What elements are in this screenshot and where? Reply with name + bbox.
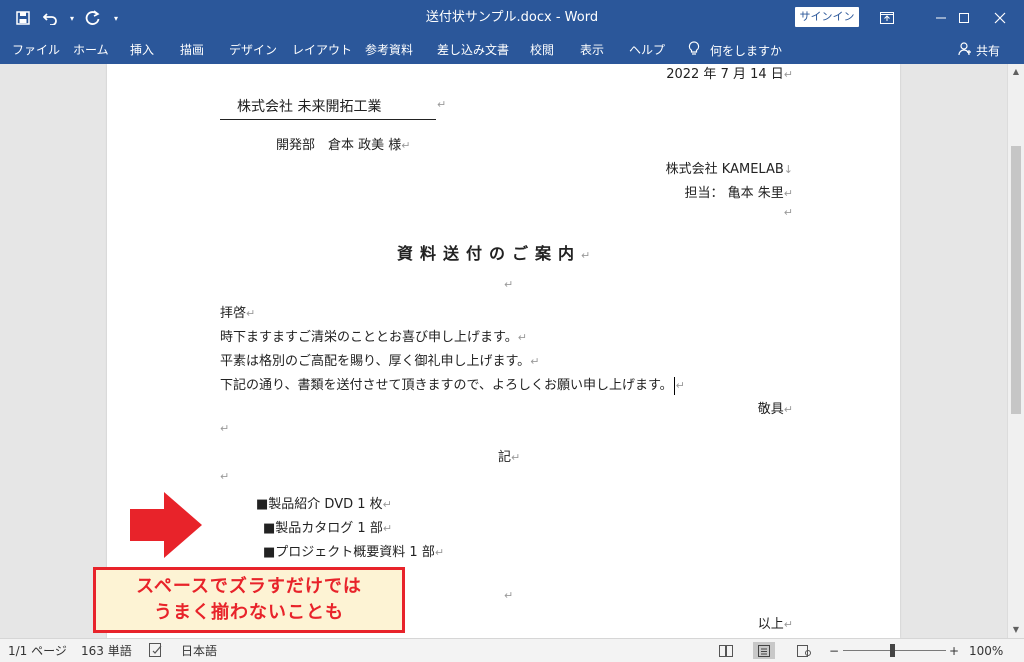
close-icon[interactable] [980, 0, 1020, 36]
recipient-company: 株式会社 未来開拓工業 [220, 96, 436, 120]
body-line: 平素は格別のご高配を賜り、厚く御礼申し上げます。↵ [220, 354, 540, 369]
lightbulb-icon [688, 40, 700, 60]
print-layout-icon[interactable] [753, 642, 775, 659]
body-line: 時下ますますご清栄のこととお喜び申し上げます。↵ [220, 330, 527, 345]
ribbon-display-options-icon[interactable] [867, 0, 907, 36]
share-label: 共有 [976, 43, 1001, 58]
undo-dropdown-icon[interactable]: ▾ [68, 7, 76, 29]
title-bar: ▾ ▾ 送付状サンプル.docx - Word サインイン [0, 0, 1024, 36]
tab-help[interactable]: ヘルプ [629, 36, 665, 64]
paragraph-mark: ↵ [504, 589, 514, 602]
closing: 敬具↵ [757, 402, 793, 417]
word-count[interactable]: 163 単語 [81, 639, 132, 662]
annotation-line: うまく揃わないことも [154, 602, 344, 623]
list-item: ■製品紹介 DVD 1 枚↵ [256, 497, 392, 512]
recipient-person: 開発部 倉本 政美 様↵ [276, 138, 411, 153]
sender-contact: 担当： 亀本 朱里↵ [684, 186, 793, 201]
paragraph-mark: ↵ [437, 98, 447, 111]
status-bar: 1/1 ページ 163 単語 日本語 − + 100% [0, 638, 1024, 662]
tab-draw[interactable]: 描画 [180, 36, 204, 64]
undo-icon[interactable] [40, 7, 62, 29]
sender-company: 株式会社 KAMELAB↓ [665, 162, 793, 177]
list-item: ■製品カタログ 1 部↵ [263, 521, 393, 536]
tab-references[interactable]: 参考資料 [365, 36, 413, 64]
signin-button[interactable]: サインイン [795, 7, 859, 27]
quick-access-toolbar: ▾ ▾ [12, 6, 122, 30]
tab-review[interactable]: 校閲 [530, 36, 554, 64]
save-icon[interactable] [12, 7, 34, 29]
proofing-icon[interactable] [149, 643, 163, 657]
ki-line: 記↵ [498, 450, 521, 465]
tell-me-box[interactable]: 何をしますか [688, 36, 782, 64]
ribbon-tabs: ファイル ホーム 挿入 描画 デザイン レイアウト 参考資料 差し込み文書 校閲… [0, 36, 1024, 64]
document-page[interactable]: 2022 年 7 月 14 日↵ 株式会社 未来開拓工業 ↵ 開発部 倉本 政美… [107, 64, 900, 638]
tab-insert[interactable]: 挿入 [130, 36, 154, 64]
red-arrow-icon [130, 492, 202, 558]
scroll-down-icon[interactable]: ▼ [1008, 622, 1024, 638]
zoom-out-button[interactable]: − [829, 639, 839, 662]
tab-home[interactable]: ホーム [73, 36, 109, 64]
redo-icon[interactable] [82, 7, 104, 29]
tab-mailings[interactable]: 差し込み文書 [437, 36, 509, 64]
paragraph-mark: ↵ [220, 422, 230, 435]
paragraph-mark: ↵ [504, 278, 514, 291]
maximize-icon[interactable] [944, 0, 984, 36]
zoom-in-button[interactable]: + [949, 639, 959, 662]
greeting: 拝啓↵ [220, 306, 256, 321]
scrollbar-thumb[interactable] [1011, 146, 1021, 414]
paragraph-mark: ↵ [220, 470, 230, 483]
language-indicator[interactable]: 日本語 [181, 639, 217, 662]
list-item: ■プロジェクト概要資料 1 部↵ [263, 545, 445, 560]
document-heading: 資料送付のご案内↵ [397, 244, 591, 263]
tell-me-label: 何をしますか [710, 43, 783, 58]
ijo-line: 以上↵ [757, 617, 793, 632]
tab-file[interactable]: ファイル [12, 36, 60, 64]
zoom-slider-thumb[interactable] [890, 644, 895, 657]
customize-qat-icon[interactable]: ▾ [110, 7, 122, 29]
annotation-callout: スペースでズラすだけでは うまく揃わないことも [93, 567, 405, 633]
text-cursor [673, 376, 675, 395]
share-button[interactable]: 共有 [958, 36, 1000, 64]
annotation-line: スペースでズラすだけでは [136, 576, 362, 597]
zoom-level[interactable]: 100% [969, 639, 1003, 662]
vertical-scrollbar[interactable]: ▲ ▼ [1007, 64, 1024, 638]
tab-design[interactable]: デザイン [229, 36, 277, 64]
web-layout-icon[interactable] [793, 642, 815, 659]
tab-view[interactable]: 表示 [580, 36, 604, 64]
body-line: 下記の通り、書類を送付させて頂きますので、よろしくお願い申し上げます。 ↵ [220, 376, 685, 395]
person-add-icon [958, 41, 972, 59]
scroll-up-icon[interactable]: ▲ [1008, 64, 1024, 80]
date-line: 2022 年 7 月 14 日↵ [666, 67, 793, 82]
read-mode-icon[interactable] [715, 642, 737, 659]
tab-layout[interactable]: レイアウト [292, 36, 352, 64]
page-count[interactable]: 1/1 ページ [8, 639, 67, 662]
paragraph-mark: ↵ [783, 206, 793, 219]
